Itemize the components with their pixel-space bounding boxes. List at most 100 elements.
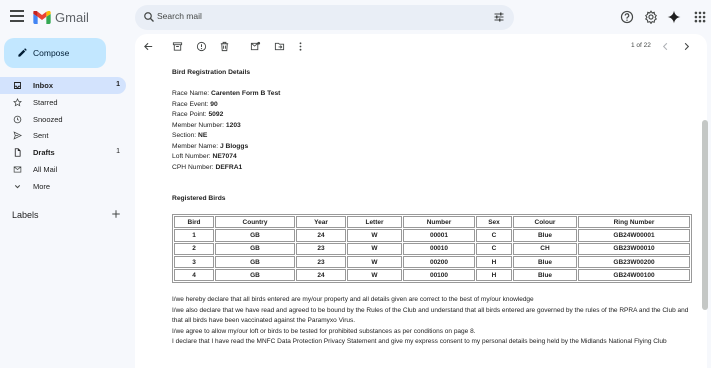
cell: 1 — [174, 229, 214, 242]
gmail-logo[interactable]: Gmail — [33, 10, 89, 25]
sidebar-item-drafts[interactable]: Drafts 1 — [0, 144, 126, 161]
more-options-icon[interactable] — [295, 41, 306, 52]
sidebar-item-label: All Mail — [33, 164, 58, 174]
cell: 00200 — [403, 255, 475, 269]
apps-grid-icon[interactable] — [693, 10, 707, 24]
clock-icon — [13, 115, 22, 123]
sidebar-item-label: Sent — [33, 131, 49, 141]
column-header: Colour — [513, 216, 577, 229]
search-bar[interactable]: Search mail — [135, 5, 514, 30]
field-member-number: Member Number: 1203 — [172, 121, 241, 129]
settings-gear-icon[interactable] — [644, 10, 658, 24]
message-scrollbar[interactable] — [702, 120, 708, 310]
table-row: 2 GB 23 W 00010 C CH GB23W00010 — [174, 242, 690, 255]
mark-unread-icon[interactable] — [250, 41, 261, 52]
column-header: Year — [296, 216, 346, 229]
drafts-count: 1 — [116, 148, 120, 156]
field-race-name: Race Name: Carenten Form B Test — [172, 90, 281, 97]
compose-button[interactable]: Compose — [4, 38, 106, 68]
registration-heading: Bird Registration Details — [172, 69, 251, 76]
declaration-testing: I/we agree to allow my/our loft or birds… — [172, 327, 476, 335]
cell: GB — [215, 242, 295, 255]
support-icon[interactable] — [620, 10, 634, 24]
declaration-privacy: I declare that I have read the MNFC Data… — [172, 338, 667, 345]
column-header: Bird — [174, 216, 214, 229]
field-cph-number: CPH Number: DEFRA1 — [172, 163, 243, 171]
sidebar-item-label: Drafts — [33, 148, 55, 158]
column-header: Country — [215, 216, 295, 229]
search-icon[interactable] — [143, 11, 155, 23]
pagination-text: 1 of 22 — [631, 42, 651, 49]
cell: Blue — [513, 255, 577, 269]
table-row: 3 GB 23 W 00200 H Blue GB23W00200 — [174, 255, 690, 269]
older-chevron-right-icon[interactable] — [681, 41, 692, 52]
cell: 4 — [174, 269, 214, 282]
cell: C — [476, 229, 512, 242]
cell: W — [347, 269, 402, 282]
app-name: Gmail — [55, 10, 89, 25]
declaration-rules: I/we also declare that we have read and … — [172, 306, 689, 324]
registered-birds-table: Bird Country Year Letter Number Sex Colo… — [172, 214, 692, 284]
inbox-icon — [14, 82, 21, 89]
sidebar-item-snoozed[interactable]: Snoozed — [0, 111, 126, 128]
cell: 00001 — [403, 229, 475, 242]
cell: GB — [215, 229, 295, 242]
pencil-icon — [18, 48, 27, 57]
sidebar-item-sent[interactable]: Sent — [0, 127, 126, 144]
draft-file-icon — [14, 148, 21, 157]
cell: 3 — [174, 255, 214, 269]
main-menu-icon[interactable] — [10, 10, 24, 22]
cell: W — [347, 242, 402, 255]
cell: C — [476, 242, 512, 255]
add-label-icon[interactable] — [111, 209, 121, 219]
cell: H — [476, 269, 512, 282]
column-header: Ring Number — [578, 216, 690, 229]
newer-chevron-left-icon[interactable] — [660, 41, 671, 52]
sidebar-item-label: Inbox — [33, 81, 53, 90]
sidebar-item-inbox[interactable]: Inbox 1 — [0, 77, 126, 94]
cell: 23 — [296, 242, 346, 255]
declaration-ownership: I/we hereby declare that all birds enter… — [172, 296, 534, 303]
cell: GB — [215, 255, 295, 269]
cell: Blue — [513, 269, 577, 282]
sidebar-item-all-mail[interactable]: All Mail — [0, 161, 126, 178]
table-row: 4 GB 24 W 00100 H Blue GB24W00100 — [174, 269, 690, 282]
field-section: Section: NE — [172, 132, 208, 139]
column-header: Sex — [476, 216, 512, 229]
sidebar-item-label: Snoozed — [33, 114, 63, 124]
move-to-folder-icon[interactable] — [274, 41, 285, 52]
compose-label: Compose — [33, 48, 70, 58]
cell: Blue — [513, 229, 577, 242]
field-race-point: Race Point: 5092 — [172, 111, 224, 118]
message-panel: 1 of 22 Bird Registration Details Race N… — [135, 34, 707, 368]
cell: 00100 — [403, 269, 475, 282]
sidebar-item-label: More — [33, 181, 51, 191]
sidebar-item-starred[interactable]: Starred — [0, 94, 126, 111]
sidebar-item-more[interactable]: More — [0, 178, 126, 195]
cell: GB24W00100 — [578, 269, 690, 282]
cell: 2 — [174, 242, 214, 255]
report-spam-icon[interactable] — [196, 41, 207, 52]
star-icon — [13, 97, 22, 107]
cell: 24 — [296, 229, 346, 242]
cell: GB — [215, 269, 295, 282]
gemini-sparkle-icon[interactable] — [667, 10, 681, 24]
registered-birds-heading: Registered Birds — [172, 195, 226, 202]
archive-icon[interactable] — [172, 41, 183, 52]
delete-trash-icon[interactable] — [219, 41, 230, 52]
sidebar-nav: Inbox 1 Starred Snoozed Sent Drafts 1 Al… — [0, 77, 126, 195]
cell: CH — [513, 242, 577, 255]
cell: W — [347, 229, 402, 242]
back-arrow-icon[interactable] — [143, 41, 154, 52]
search-input[interactable]: Search mail — [157, 11, 202, 21]
all-mail-icon — [13, 166, 22, 173]
cell: GB23W00010 — [578, 242, 690, 255]
top-bar: Gmail Search mail — [0, 0, 711, 34]
chevron-down-icon — [14, 184, 21, 189]
search-options-icon[interactable] — [493, 11, 505, 23]
send-icon — [13, 131, 22, 140]
message-toolbar: 1 of 22 — [135, 34, 707, 60]
cell: GB23W00200 — [578, 255, 690, 269]
table-row: 1 GB 24 W 00001 C Blue GB24W00001 — [174, 229, 690, 242]
field-race-event: Race Event: 90 — [172, 100, 218, 108]
